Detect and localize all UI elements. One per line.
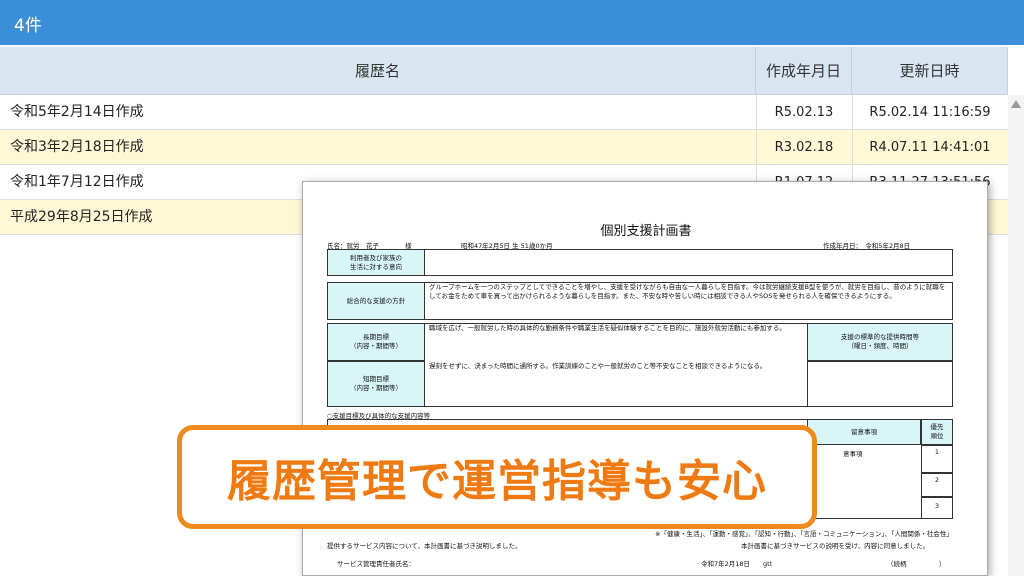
scroll-up-arrow-icon[interactable] xyxy=(1011,100,1021,108)
column-header-updated-datetime[interactable]: 更新日時 xyxy=(852,47,1008,95)
priority-number: 3 xyxy=(934,502,940,510)
policy-text: グループホームを一つのステップとしてできることを増やし、支援を受けながらも自由な… xyxy=(429,283,946,301)
priority-number: 1 xyxy=(934,448,940,456)
priority-column-header: 優先 順位 xyxy=(921,419,953,445)
explanation-line: 提供するサービス内容について、本計画書に基づき説明しました。 xyxy=(327,542,522,550)
updated-datetime-cell: R4.07.11 14:41:01 xyxy=(869,140,991,155)
short-term-goal-text: 遅刻をせずに、決まった時間に通所する。作業訓練のことや一般就労のこと等不安なこと… xyxy=(429,362,767,370)
relation-line: （続柄 ） xyxy=(887,560,946,568)
service-period-cell xyxy=(807,361,953,407)
promo-banner: 履歴管理で運営指導も安心 xyxy=(177,425,817,529)
agreement-line: 本計画書に基づきサービスの説明を受け、内容に同意しました。 xyxy=(741,542,930,550)
vertical-scrollbar[interactable] xyxy=(1008,95,1024,576)
service-period-label: 支援の標準的な提供時間等 （曜日・頻度、時間） xyxy=(807,323,953,361)
priority-number: 2 xyxy=(934,476,940,484)
column-header-history-name[interactable]: 履歴名 xyxy=(0,47,756,95)
long-term-goal-text: 職域を広げ、一般就労した時の具体的な勤務条件や職業生活を疑似体験することを目的に… xyxy=(429,324,786,332)
result-count: 4件 xyxy=(14,16,42,36)
promo-banner-text: 履歴管理で運営指導も安心 xyxy=(227,456,767,507)
table-row[interactable]: 令和3年2月18日作成 R3.02.18 R4.07.11 14:41:01 xyxy=(0,130,1008,165)
history-name-cell: 令和3年2月18日作成 xyxy=(10,139,144,155)
column-header-created-date[interactable]: 作成年月日 xyxy=(756,47,852,95)
history-name-cell: 令和5年2月14日作成 xyxy=(10,104,144,120)
signature-date-line: 令和7年2月18日 gtt xyxy=(701,560,773,568)
intent-label: 利用者及び家族の 生活に対する意向 xyxy=(327,249,425,276)
footnote: ※「健康・生活」、「運動・感覚」、「認知・行動」、「言語・コミュニケーション」、… xyxy=(655,530,953,538)
document-title: 個別支援計画書 xyxy=(600,224,692,239)
table-header: 履歴名 作成年月日 更新日時 xyxy=(0,47,1008,95)
results-header-bar: 4件 xyxy=(0,0,1024,45)
notes-cell: 意事項 xyxy=(843,450,863,458)
updated-datetime-cell: R5.02.14 11:16:59 xyxy=(869,105,991,120)
created-date-cell: R3.02.18 xyxy=(774,140,834,155)
short-term-goal-label: 短期目標 （内容・期間等） xyxy=(327,361,425,407)
notes-column-header: 留意事項 xyxy=(807,419,921,445)
created-date-cell: R5.02.13 xyxy=(774,105,834,120)
long-term-goal-label: 長期目標 （内容・期間等） xyxy=(327,323,425,361)
manager-name-line: サービス管理責任者氏名： xyxy=(337,560,415,568)
policy-label: 総合的な支援の方針 xyxy=(327,282,425,320)
table-row[interactable]: 令和5年2月14日作成 R5.02.13 R5.02.14 11:16:59 xyxy=(0,95,1008,130)
